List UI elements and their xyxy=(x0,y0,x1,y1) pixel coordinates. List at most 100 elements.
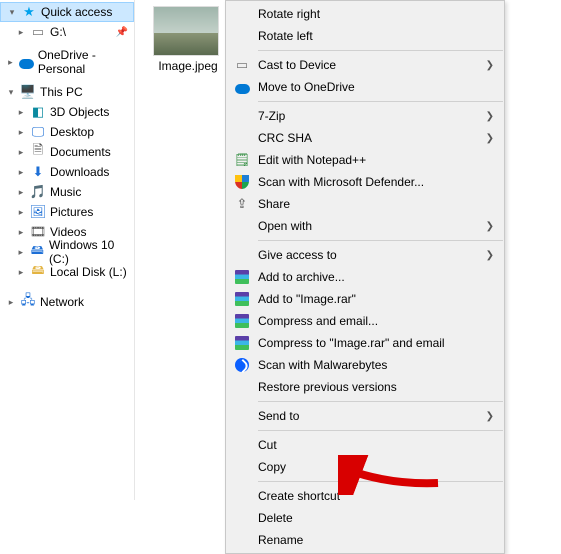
chevron-right-icon: ❯ xyxy=(486,60,494,71)
cast-icon: ▭ xyxy=(232,57,252,73)
winrar-icon xyxy=(232,269,252,285)
blank-icon xyxy=(232,130,252,146)
nav-windows10-c[interactable]: ▸ 🖴 Windows 10 (C:) xyxy=(0,242,134,262)
ctx-7zip[interactable]: 7-Zip ❯ xyxy=(226,105,504,127)
ctx-create-shortcut[interactable]: Create shortcut xyxy=(226,485,504,507)
blank-icon xyxy=(232,218,252,234)
nav-documents[interactable]: ▸ 🗎 Documents xyxy=(0,142,134,162)
videos-icon: 🎞 xyxy=(30,224,46,240)
nav-label: Desktop xyxy=(50,125,94,139)
ctx-scan-malwarebytes[interactable]: Scan with Malwarebytes xyxy=(226,354,504,376)
ctx-label: Compress to "Image.rar" and email xyxy=(258,336,480,350)
nav-label: Network xyxy=(40,295,84,309)
nav-music[interactable]: ▸ 🎵 Music xyxy=(0,182,134,202)
ctx-label: Rename xyxy=(258,533,480,547)
nav-quick-access[interactable]: ▾ ★ Quick access xyxy=(0,2,134,22)
share-icon: ⇪ xyxy=(232,196,252,212)
onedrive-icon xyxy=(19,54,34,70)
blank-icon xyxy=(232,6,252,22)
pictures-icon: 🖼 xyxy=(30,204,46,220)
onedrive-icon xyxy=(232,79,252,95)
ctx-add-to-archive[interactable]: Add to archive... xyxy=(226,266,504,288)
nav-local-disk-l[interactable]: ▸ 🖴 Local Disk (L:) xyxy=(0,262,134,282)
ctx-scan-defender[interactable]: Scan with Microsoft Defender... xyxy=(226,171,504,193)
nav-onedrive[interactable]: ▸ OneDrive - Personal xyxy=(0,52,134,72)
ctx-restore-previous[interactable]: Restore previous versions xyxy=(226,376,504,398)
desktop-icon: 🖵 xyxy=(30,124,46,140)
nav-label: Windows 10 (C:) xyxy=(49,238,134,266)
winrar-icon xyxy=(232,291,252,307)
file-name-label: Image.jpeg xyxy=(153,59,223,73)
ctx-label: Compress and email... xyxy=(258,314,480,328)
nav-label: OneDrive - Personal xyxy=(38,48,134,76)
ctx-rotate-right[interactable]: Rotate right xyxy=(226,3,504,25)
chevron-right-icon: ▸ xyxy=(16,247,26,258)
nav-network[interactable]: ▸ 🖧 Network xyxy=(0,292,134,312)
chevron-right-icon: ▸ xyxy=(16,167,26,178)
ctx-compress-image-rar-email[interactable]: Compress to "Image.rar" and email xyxy=(226,332,504,354)
blank-icon xyxy=(232,510,252,526)
ctx-label: Scan with Malwarebytes xyxy=(258,358,480,372)
chevron-right-icon: ▸ xyxy=(6,57,15,68)
ctx-send-to[interactable]: Send to ❯ xyxy=(226,405,504,427)
ctx-delete[interactable]: Delete xyxy=(226,507,504,529)
ctx-label: Cut xyxy=(258,438,480,452)
winrar-icon xyxy=(232,313,252,329)
ctx-give-access-to[interactable]: Give access to ❯ xyxy=(226,244,504,266)
music-icon: 🎵 xyxy=(30,184,46,200)
file-item-image[interactable]: Image.jpeg xyxy=(153,6,223,73)
ctx-edit-notepadpp[interactable]: 🗒 Edit with Notepad++ xyxy=(226,149,504,171)
ctx-add-to-image-rar[interactable]: Add to "Image.rar" xyxy=(226,288,504,310)
nav-this-pc[interactable]: ▾ 🖥️ This PC xyxy=(0,82,134,102)
chevron-down-icon: ▾ xyxy=(6,87,16,98)
nav-label: Downloads xyxy=(50,165,109,179)
star-icon: ★ xyxy=(21,4,37,20)
documents-icon: 🗎 xyxy=(30,144,46,160)
blank-icon xyxy=(232,247,252,263)
nav-label: Documents xyxy=(50,145,111,159)
chevron-right-icon: ❯ xyxy=(486,133,494,144)
drive-icon: ▭ xyxy=(30,24,46,40)
chevron-right-icon: ▸ xyxy=(6,297,16,308)
nav-label: This PC xyxy=(40,85,83,99)
chevron-right-icon: ▸ xyxy=(16,107,26,118)
ctx-rotate-left[interactable]: Rotate left xyxy=(226,25,504,47)
ctx-label: Create shortcut xyxy=(258,489,480,503)
ctx-copy[interactable]: Copy xyxy=(226,456,504,478)
blank-icon xyxy=(232,532,252,548)
nav-label: Music xyxy=(50,185,81,199)
nav-3d-objects[interactable]: ▸ ◧ 3D Objects xyxy=(0,102,134,122)
nav-downloads[interactable]: ▸ ⬇ Downloads xyxy=(0,162,134,182)
ctx-cast-to-device[interactable]: ▭ Cast to Device ❯ xyxy=(226,54,504,76)
blank-icon xyxy=(232,437,252,453)
nav-desktop[interactable]: ▸ 🖵 Desktop xyxy=(0,122,134,142)
ctx-label: CRC SHA xyxy=(258,131,480,145)
ctx-share[interactable]: ⇪ Share xyxy=(226,193,504,215)
ctx-open-with[interactable]: Open with ❯ xyxy=(226,215,504,237)
ctx-label: Add to "Image.rar" xyxy=(258,292,480,306)
nav-label: Quick access xyxy=(41,5,112,19)
nav-g-drive[interactable]: ▸ ▭ G:\ 📌 xyxy=(0,22,134,42)
ctx-cut[interactable]: Cut xyxy=(226,434,504,456)
ctx-label: Send to xyxy=(258,409,480,423)
ctx-label: Delete xyxy=(258,511,480,525)
blank-icon xyxy=(232,28,252,44)
ctx-rename[interactable]: Rename xyxy=(226,529,504,551)
chevron-right-icon: ❯ xyxy=(486,111,494,122)
nav-label: Pictures xyxy=(50,205,93,219)
blank-icon xyxy=(232,459,252,475)
ctx-label: Rotate left xyxy=(258,29,480,43)
nav-pane: ▾ ★ Quick access ▸ ▭ G:\ 📌 ▸ OneDrive - … xyxy=(0,0,135,500)
pin-icon: 📌 xyxy=(116,27,128,38)
chevron-down-icon: ▾ xyxy=(7,7,17,18)
ctx-move-to-onedrive[interactable]: Move to OneDrive xyxy=(226,76,504,98)
chevron-right-icon: ▸ xyxy=(16,27,26,38)
chevron-right-icon: ❯ xyxy=(486,221,494,232)
network-icon: 🖧 xyxy=(20,294,36,310)
cube-icon: ◧ xyxy=(30,104,46,120)
ctx-crc-sha[interactable]: CRC SHA ❯ xyxy=(226,127,504,149)
ctx-compress-email[interactable]: Compress and email... xyxy=(226,310,504,332)
ctx-label: Move to OneDrive xyxy=(258,80,480,94)
nav-pictures[interactable]: ▸ 🖼 Pictures xyxy=(0,202,134,222)
blank-icon xyxy=(232,408,252,424)
